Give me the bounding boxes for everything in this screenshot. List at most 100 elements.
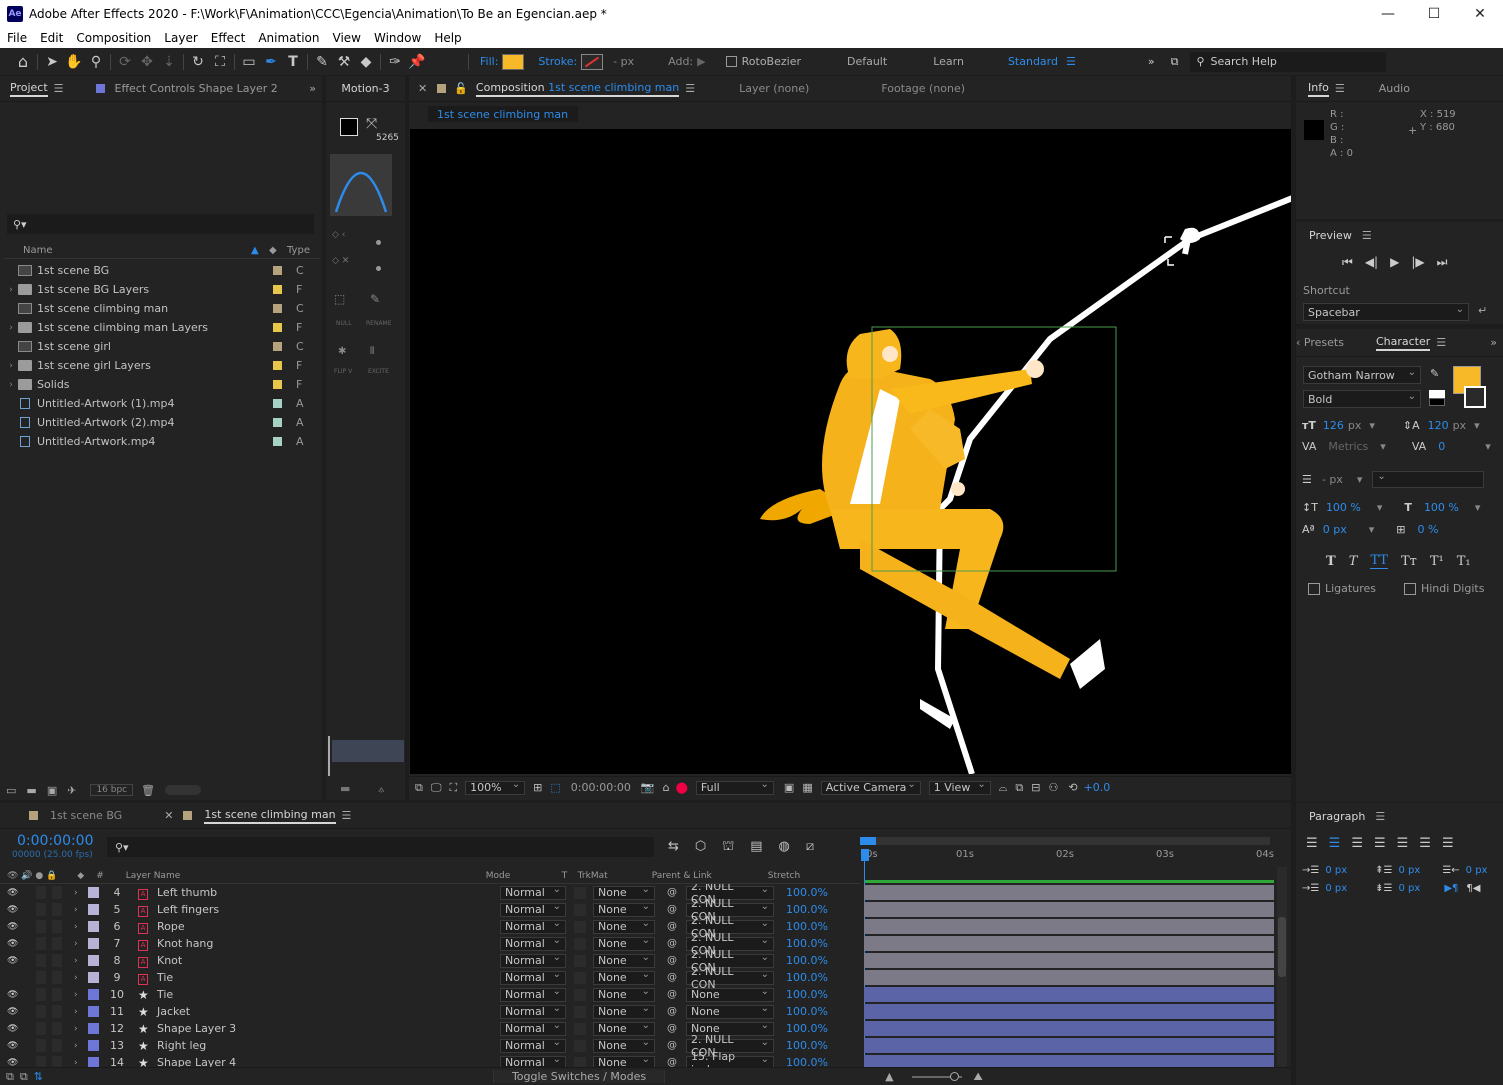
stretch-value[interactable]: 100.0% xyxy=(786,920,828,933)
label-color-swatch[interactable] xyxy=(88,1040,99,1051)
expand-arrow-icon[interactable]: › xyxy=(4,323,18,333)
pen-tool-icon[interactable]: ✒ xyxy=(260,51,282,73)
chevron-down-icon[interactable]: ▾ xyxy=(1380,440,1386,453)
rotation-tool-icon[interactable]: ↻ xyxy=(187,51,209,73)
layer-row[interactable]: 👁 › 11 ★ Jacket Normal None @ None 100.0% xyxy=(0,1003,1283,1020)
label-color-swatch[interactable] xyxy=(88,921,99,932)
zoom-slider-thumb[interactable] xyxy=(949,1071,959,1081)
preserve-transparency-switch[interactable] xyxy=(574,937,586,950)
workspace-menu-icon[interactable]: ☰ xyxy=(1066,55,1076,68)
layer-name[interactable]: Tie xyxy=(157,971,173,984)
stretch-value[interactable]: 100.0% xyxy=(786,971,828,984)
blend-mode-select[interactable]: Normal xyxy=(500,919,566,934)
layer-name[interactable]: Shape Layer 4 xyxy=(157,1056,236,1067)
dolly-tool-icon[interactable]: ⇣ xyxy=(158,51,180,73)
layer-name[interactable]: Knot xyxy=(157,954,182,967)
tab-info[interactable]: Info ☰ xyxy=(1296,76,1355,102)
superscript-icon[interactable]: T¹ xyxy=(1430,554,1444,569)
tab-layer[interactable]: Layer (none) xyxy=(739,82,809,95)
layer-duration-bar[interactable] xyxy=(864,919,1274,934)
column-trkmat[interactable]: TrkMat xyxy=(578,871,652,881)
preserve-transparency-switch[interactable] xyxy=(574,1005,586,1018)
preserve-transparency-switch[interactable] xyxy=(574,1039,586,1052)
fast-previews-icon[interactable]: ▣ xyxy=(784,781,794,794)
project-item[interactable]: Untitled-Artwork (1).mp4 A xyxy=(4,394,320,413)
blend-mode-select[interactable]: Normal xyxy=(500,1055,566,1067)
expand-arrow-icon[interactable]: › xyxy=(4,285,18,295)
track-matte-select[interactable]: None xyxy=(593,902,655,917)
track-matte-select[interactable]: None xyxy=(593,919,655,934)
blend-mode-select[interactable]: Normal xyxy=(500,902,566,917)
work-area-bar[interactable] xyxy=(860,837,1270,845)
shortcut-select[interactable]: Spacebar xyxy=(1303,303,1469,321)
preview-icon[interactable]: 🖵 xyxy=(431,781,442,795)
transfer-controls-icon[interactable]: ⧉ xyxy=(20,1070,28,1084)
lock-switch[interactable] xyxy=(52,1056,62,1067)
layer-duration-bar[interactable] xyxy=(864,970,1274,985)
eyedropper-icon[interactable]: ✎ xyxy=(1430,367,1439,380)
blend-mode-select[interactable]: Normal xyxy=(500,1038,566,1053)
thumbnail-slider[interactable] xyxy=(165,785,202,795)
menu-file[interactable]: File xyxy=(0,31,33,45)
track-matte-select[interactable]: None xyxy=(593,1021,655,1036)
menu-edit[interactable]: Edit xyxy=(33,31,69,45)
zoom-tool-icon[interactable]: ⚲ xyxy=(85,51,107,73)
layer-name[interactable]: Left thumb xyxy=(157,886,217,899)
tracking-value[interactable]: 0 xyxy=(1438,440,1445,453)
add-icon[interactable]: ▶ xyxy=(697,55,705,68)
label-color-swatch[interactable] xyxy=(88,904,99,915)
puppet-pin-icon[interactable]: 📌 xyxy=(406,51,428,73)
workspace-learn[interactable]: Learn xyxy=(933,55,964,68)
delete-icon[interactable]: 🗑 xyxy=(141,784,155,797)
stroke-style-select[interactable] xyxy=(1372,471,1485,488)
layer-row[interactable]: › 9 A Tie Normal None @2. NULL CON 100.0% xyxy=(0,965,1283,991)
parent-select[interactable]: None xyxy=(686,1004,774,1019)
kerning-value[interactable]: Metrics xyxy=(1328,440,1368,453)
label-color-swatch[interactable] xyxy=(273,418,282,427)
rectangle-tool-icon[interactable]: ▭ xyxy=(238,51,260,73)
preserve-transparency-switch[interactable] xyxy=(574,1022,586,1035)
null-button[interactable]: NULL xyxy=(336,320,352,327)
expand-arrow-icon[interactable]: › xyxy=(74,956,78,966)
workspace-standard[interactable]: Standard xyxy=(1008,55,1058,68)
roto-brush-icon[interactable]: ✑ xyxy=(384,51,406,73)
last-frame-icon[interactable]: ⏭ xyxy=(1437,255,1448,270)
hand-tool-icon[interactable]: ✋ xyxy=(63,51,85,73)
pick-whip-icon[interactable]: @ xyxy=(667,1023,677,1034)
timeline-search-input[interactable]: ⚲▾ xyxy=(107,837,654,857)
chevron-down-icon[interactable]: ▾ xyxy=(1485,440,1491,453)
layer-name[interactable]: Right leg xyxy=(157,1039,206,1052)
faux-italic-icon[interactable]: T xyxy=(1349,554,1358,569)
project-item[interactable]: › Solids F xyxy=(4,375,320,394)
blend-mode-select[interactable]: Normal xyxy=(500,970,566,985)
stroke-swatch[interactable] xyxy=(581,53,604,70)
layer-name[interactable]: Jacket xyxy=(157,1005,190,1018)
flip-icon[interactable]: ✱ xyxy=(338,346,346,357)
horizontal-scale-value[interactable]: 100 % xyxy=(1424,501,1459,514)
blend-mode-select[interactable]: Normal xyxy=(500,1021,566,1036)
label-color-swatch[interactable] xyxy=(88,938,99,949)
menu-animation[interactable]: Animation xyxy=(251,31,325,45)
menu-view[interactable]: View xyxy=(326,31,367,45)
menu-composition[interactable]: Composition xyxy=(69,31,157,45)
track-matte-select[interactable]: None xyxy=(593,1055,655,1067)
zoom-out-icon[interactable]: ▲ xyxy=(885,1070,893,1083)
faux-bold-icon[interactable]: T xyxy=(1326,554,1336,569)
layer-row[interactable]: 👁›6ARopeNormalNone@2. NULL CON100.0% xyxy=(0,914,1283,940)
track-matte-select[interactable]: None xyxy=(593,1038,655,1053)
label-color-swatch[interactable] xyxy=(273,342,282,351)
black-swatch[interactable] xyxy=(1429,398,1445,406)
layer-duration-bar[interactable] xyxy=(864,987,1274,1002)
chevron-down-icon[interactable]: ▾ xyxy=(1357,473,1363,486)
stretch-value[interactable]: 100.0% xyxy=(786,1005,828,1018)
font-style-select[interactable]: Bold xyxy=(1303,390,1421,408)
project-search-input[interactable]: ⚲▾ xyxy=(7,214,314,234)
shy-layers-icon[interactable]: ⛫ xyxy=(722,839,734,856)
handle-dot[interactable] xyxy=(376,240,381,245)
close-tab-icon[interactable]: ✕ xyxy=(418,82,427,95)
column-parent[interactable]: Parent & Link xyxy=(652,871,768,881)
menu-help[interactable]: Help xyxy=(427,31,467,45)
tab-audio[interactable]: Audio xyxy=(1369,76,1420,102)
layer-duration-bar[interactable] xyxy=(864,936,1274,951)
stretch-value[interactable]: 100.0% xyxy=(786,937,828,950)
